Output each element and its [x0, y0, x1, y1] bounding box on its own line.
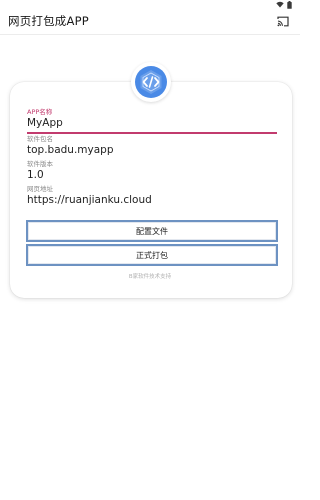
version-input[interactable]: 1.0 — [27, 169, 277, 182]
build-release-button-label: 正式打包 — [136, 250, 168, 260]
config-file-button-label: 配置文件 — [136, 226, 168, 236]
app-logo — [131, 62, 171, 102]
version-label: 软件版本 — [27, 160, 53, 168]
build-release-button[interactable]: 正式打包 — [26, 244, 278, 266]
app-name-label: APP名称 — [27, 108, 53, 116]
status-icons — [276, 0, 292, 9]
app-title: 网页打包成APP — [8, 14, 89, 28]
config-file-button[interactable]: 配置文件 — [26, 220, 278, 242]
app-bar: 网页打包成APP — [0, 9, 300, 33]
url-input[interactable]: https://ruanjianku.cloud — [27, 194, 277, 207]
url-field[interactable]: 网页地址 https://ruanjianku.cloud — [27, 185, 277, 207]
app-name-field[interactable]: APP名称 MyApp — [27, 108, 277, 134]
url-label: 网页地址 — [27, 185, 53, 193]
app-name-input[interactable]: MyApp — [27, 117, 277, 130]
app-bar-divider — [0, 34, 300, 35]
package-name-field[interactable]: 软件包名 top.badu.myapp — [27, 135, 277, 157]
code-hexagon-icon — [135, 66, 167, 98]
app-name-underline — [27, 132, 277, 134]
status-bar — [0, 0, 300, 9]
package-name-label: 软件包名 — [27, 135, 53, 143]
cast-icon[interactable] — [274, 12, 292, 30]
credit-text: B家软件技术支持 — [128, 274, 172, 280]
version-field[interactable]: 软件版本 1.0 — [27, 160, 277, 182]
package-name-input[interactable]: top.badu.myapp — [27, 144, 277, 157]
wifi-icon — [276, 1, 284, 8]
battery-icon — [287, 0, 292, 9]
